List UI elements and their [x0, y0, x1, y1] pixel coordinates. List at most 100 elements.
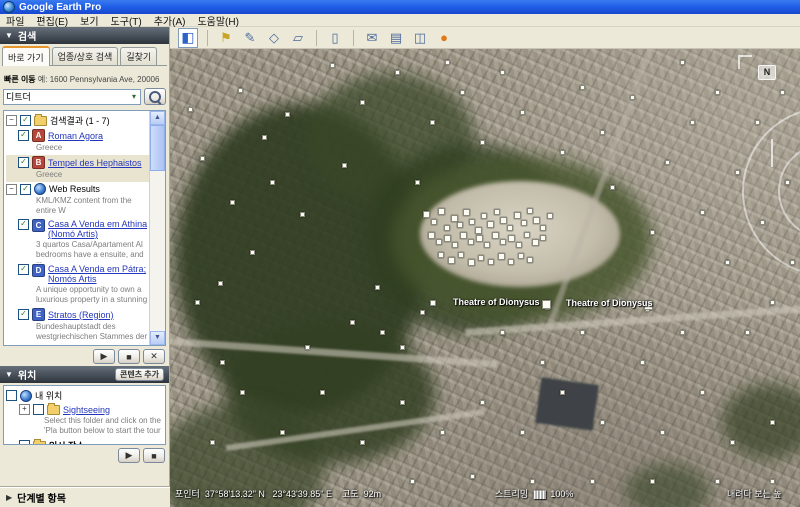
checkbox-checked[interactable]: ✓: [18, 157, 29, 168]
add-content-button[interactable]: 콘텐츠 추가: [115, 368, 164, 381]
photo-placemark-icon[interactable]: [468, 259, 475, 266]
photo-placemark-icon[interactable]: [431, 219, 437, 225]
map-viewport[interactable]: Theatre of DionysusTheatre of Dionysus N…: [170, 49, 800, 507]
photo-placemark-icon[interactable]: [350, 320, 355, 325]
collapse-box-icon[interactable]: −: [6, 115, 17, 126]
photo-placemark-icon[interactable]: [521, 220, 527, 226]
combo-dropdown-icon[interactable]: ▾: [129, 91, 139, 103]
photo-placemark-icon[interactable]: [650, 479, 655, 484]
stop-tour-button[interactable]: ■: [118, 349, 140, 364]
photo-placemark-icon[interactable]: [590, 479, 595, 484]
photo-placemark-icon[interactable]: [715, 479, 720, 484]
photo-placemark-icon[interactable]: [580, 330, 585, 335]
photo-placemark-icon[interactable]: [770, 479, 775, 484]
photo-placemark-icon[interactable]: [375, 285, 380, 290]
photo-placemark-icon[interactable]: [300, 212, 305, 217]
checkbox-checked[interactable]: ✓: [20, 115, 31, 126]
photo-placemark-icon[interactable]: [410, 479, 415, 484]
photo-placemark-icon[interactable]: [745, 330, 750, 335]
photo-placemark-icon[interactable]: [438, 252, 444, 258]
photo-placemark-icon[interactable]: [560, 390, 565, 395]
menu-file[interactable]: 파일: [6, 13, 24, 28]
photo-placemark-icon[interactable]: [715, 90, 720, 95]
menu-tools[interactable]: 도구(T): [111, 13, 142, 28]
tab-find-businesses[interactable]: 업종/상호 검색: [52, 47, 119, 65]
photo-placemark-icon[interactable]: [580, 85, 585, 90]
menu-edit[interactable]: 편집(E): [36, 13, 68, 28]
search-go-button[interactable]: [144, 88, 166, 105]
photo-placemark-icon[interactable]: [430, 120, 435, 125]
photo-placemark-icon[interactable]: [330, 63, 335, 68]
photo-placemark-icon[interactable]: [436, 239, 442, 245]
photo-placemark-icon[interactable]: [262, 135, 267, 140]
photo-placemark-icon[interactable]: [487, 221, 494, 228]
photo-placemark-icon[interactable]: [527, 257, 533, 263]
photo-placemark-icon[interactable]: [680, 330, 685, 335]
checkbox-unchecked[interactable]: [6, 390, 17, 401]
photo-placemark-icon[interactable]: [360, 440, 365, 445]
print-icon[interactable]: ▤: [387, 29, 405, 47]
photo-placemark-icon[interactable]: [428, 232, 435, 239]
photo-placemark-icon[interactable]: [430, 300, 436, 306]
photo-placemark-icon[interactable]: [518, 253, 524, 259]
photo-placemark-icon[interactable]: [660, 430, 665, 435]
selected-result[interactable]: ✓ B Tempel des Hephaistos Greece: [6, 155, 149, 182]
photo-placemark-icon[interactable]: [415, 180, 420, 185]
photo-placemark-icon[interactable]: [650, 230, 655, 235]
clear-results-button[interactable]: ✕: [143, 349, 165, 364]
photo-placemark-icon[interactable]: [524, 232, 530, 238]
photo-placemark-icon[interactable]: [420, 310, 425, 315]
photo-placemark-icon[interactable]: [690, 120, 695, 125]
photo-placemark-icon[interactable]: [458, 252, 464, 258]
photo-placemark-icon[interactable]: [460, 90, 465, 95]
search-panel-header[interactable]: ▼ 검색: [0, 27, 169, 44]
collapse-triangle-icon[interactable]: ▼: [5, 370, 13, 379]
photo-placemark-icon[interactable]: [498, 253, 505, 260]
photo-placemark-icon[interactable]: [320, 390, 325, 395]
photo-placemark-icon[interactable]: [423, 211, 430, 218]
photo-placemark-icon[interactable]: [540, 235, 546, 241]
photo-placemark-icon[interactable]: [494, 209, 500, 215]
photo-placemark-icon[interactable]: [438, 208, 445, 215]
menu-help[interactable]: 도움말(H): [197, 13, 238, 28]
photo-placemark-icon[interactable]: [484, 242, 490, 248]
save-image-icon[interactable]: ◫: [411, 29, 429, 47]
photo-placemark-icon[interactable]: [560, 150, 565, 155]
menu-view[interactable]: 보기: [80, 13, 98, 28]
photo-placemark-icon[interactable]: [445, 60, 450, 65]
photo-placemark-icon[interactable]: [468, 239, 474, 245]
play-tour-button[interactable]: ▶: [93, 349, 115, 364]
add-image-overlay-icon[interactable]: ▱: [289, 29, 307, 47]
compass-north-button[interactable]: N: [758, 65, 776, 80]
view-in-google-maps-icon[interactable]: ●: [435, 29, 453, 47]
photo-placemark-icon[interactable]: [380, 330, 385, 335]
photo-placemark-icon[interactable]: [210, 440, 215, 445]
photo-placemark-icon[interactable]: [481, 213, 487, 219]
tab-fly-to[interactable]: 바로 가기: [2, 46, 50, 66]
add-polygon-icon[interactable]: ✎: [241, 29, 259, 47]
photo-placemark-icon[interactable]: [400, 400, 405, 405]
photo-placemark-icon[interactable]: [305, 345, 310, 350]
result-link[interactable]: Tempel des Hephaistos: [48, 158, 142, 168]
photo-placemark-icon[interactable]: [480, 400, 485, 405]
scroll-down-button[interactable]: ▼: [150, 331, 165, 345]
photo-placemark-icon[interactable]: [600, 130, 605, 135]
photo-placemark-icon[interactable]: [218, 281, 223, 286]
photo-placemark-icon[interactable]: [500, 217, 507, 224]
places-panel-header[interactable]: ▼ 위치 콘텐츠 추가: [0, 366, 169, 383]
photo-placemark-icon[interactable]: [200, 156, 205, 161]
expand-box-icon[interactable]: +: [19, 404, 30, 415]
collapse-triangle-icon[interactable]: ▼: [5, 31, 13, 40]
sightseeing-item[interactable]: + Sightseeing: [19, 403, 163, 416]
result-item-e[interactable]: ✓ E Stratos (Region): [18, 307, 149, 322]
photo-placemark-icon[interactable]: [730, 440, 735, 445]
photo-placemark-icon[interactable]: [451, 215, 458, 222]
photo-placemark-icon[interactable]: [280, 430, 285, 435]
add-path-icon[interactable]: ◇: [265, 29, 283, 47]
photo-placemark-icon[interactable]: [780, 90, 785, 95]
photo-placemark-icon[interactable]: [230, 200, 235, 205]
photo-placemark-icon[interactable]: [547, 213, 553, 219]
photo-placemark-icon[interactable]: [285, 112, 290, 117]
photo-placemark-icon[interactable]: [220, 360, 225, 365]
photo-placemark-icon[interactable]: [444, 235, 451, 242]
